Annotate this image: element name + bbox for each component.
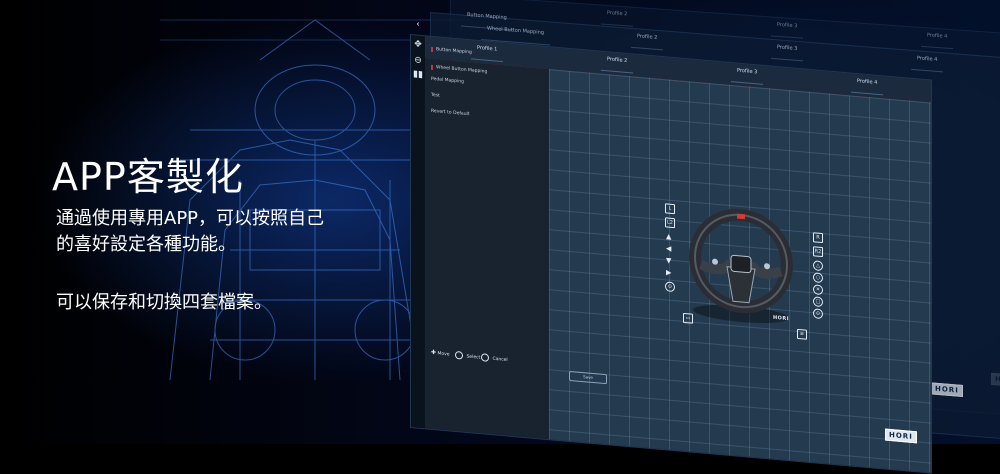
wheel-brand-logo: HORI [773,314,790,323]
hero-desc-line2: 的喜好設定各種功能。 [56,234,236,255]
back2-profile-tab-4: Profile 4 [921,29,954,50]
tab-profile-3[interactable]: Profile 3 [731,65,764,85]
back2-profile-tab-3: Profile 3 [771,19,804,39]
menu-item-pedal-mapping[interactable]: Pedal Mapping [431,77,464,85]
dpad-icon[interactable]: ✥ [413,39,423,50]
r2-button-icon[interactable]: R2 [813,246,823,258]
tab-profile-2[interactable]: Profile 2 [601,53,634,74]
hero-description: 通過使用專用APP，可以按照自己 的喜好設定各種功能。 [56,206,416,258]
r-button-icon[interactable]: R [813,232,823,244]
dpad-hint-icon: ✚ [431,348,437,357]
dpad-down-icon[interactable]: ▼ [666,256,671,264]
tab-profile-4[interactable]: Profile 4 [851,75,884,96]
options-button-icon[interactable]: ≡ [797,328,807,340]
mapping-menu: Button Mapping Wheel Button Mapping Peda… [425,46,549,440]
back1-profile-tab-2: Profile 2 [631,30,664,51]
wheel-icon[interactable]: ⊖ [413,55,423,66]
l2-button-icon[interactable]: L2 [665,217,675,229]
hori-badge: HORI [885,428,917,444]
hint-select: Select [455,350,481,361]
square-button-icon[interactable]: □ [813,296,823,308]
hint-move: ✚ Move [431,349,450,358]
back2-profile-tab-2: Profile 2 [601,7,634,27]
menu-item-revert-to-default[interactable]: Revert to Default [431,109,470,117]
pedal-icon[interactable]: ▮▮ [413,69,423,80]
menu-item-test[interactable]: Test [431,93,440,99]
hero-description-profiles: 可以保存和切換四套檔案。 [56,292,272,313]
app-window-main: Profile 1 Profile 2 Profile 3 Profile 4 … [410,20,932,474]
hero-title: APP客製化 [52,155,244,199]
steering-wheel-image [689,208,793,323]
cross-button-map-icon[interactable]: ✕ [813,284,823,296]
save-button[interactable]: Save [569,370,607,385]
back1-profile-tab-4: Profile 4 [911,52,944,73]
hero-desc-line1: 通過使用專用APP，可以按照自己 [56,208,325,229]
left-stick-icon[interactable]: ⊙ [665,281,675,293]
right-stick-icon[interactable]: ⊙ [813,308,823,320]
l-button-icon[interactable]: L [665,203,675,215]
dpad-left-icon[interactable]: ◀ [666,244,671,252]
dpad-right-icon[interactable]: ▶ [666,268,671,276]
wheel-canvas: L L2 ▲ ◀ ▼ ▶ ⊙ ▭ HORI R R2 △ ○ ✕ □ ⊙ ≡ S… [549,69,931,473]
back1-profile-tab-3: Profile 3 [771,41,804,62]
back1-hori-badge: HORI [931,382,963,397]
side-rail: ‹ ✥ ⊖ ▮▮ [411,20,426,429]
tab-profile-1[interactable]: Profile 1 [471,42,504,63]
cross-button-icon [481,353,489,362]
circle-button-icon [455,350,463,360]
dpad-up-icon[interactable]: ▲ [666,232,671,240]
menu-item-wheel-button-mapping[interactable]: Wheel Button Mapping [431,64,488,75]
hint-select-label: Select [466,354,481,361]
back-arrow-icon[interactable]: ‹ [413,19,423,30]
hint-cancel: Cancel [481,353,508,363]
hint-cancel-label: Cancel [492,356,508,364]
hint-move-label: Move [437,351,450,358]
circle-button-map-icon[interactable]: ○ [813,272,823,284]
triangle-button-icon[interactable]: △ [813,260,823,272]
